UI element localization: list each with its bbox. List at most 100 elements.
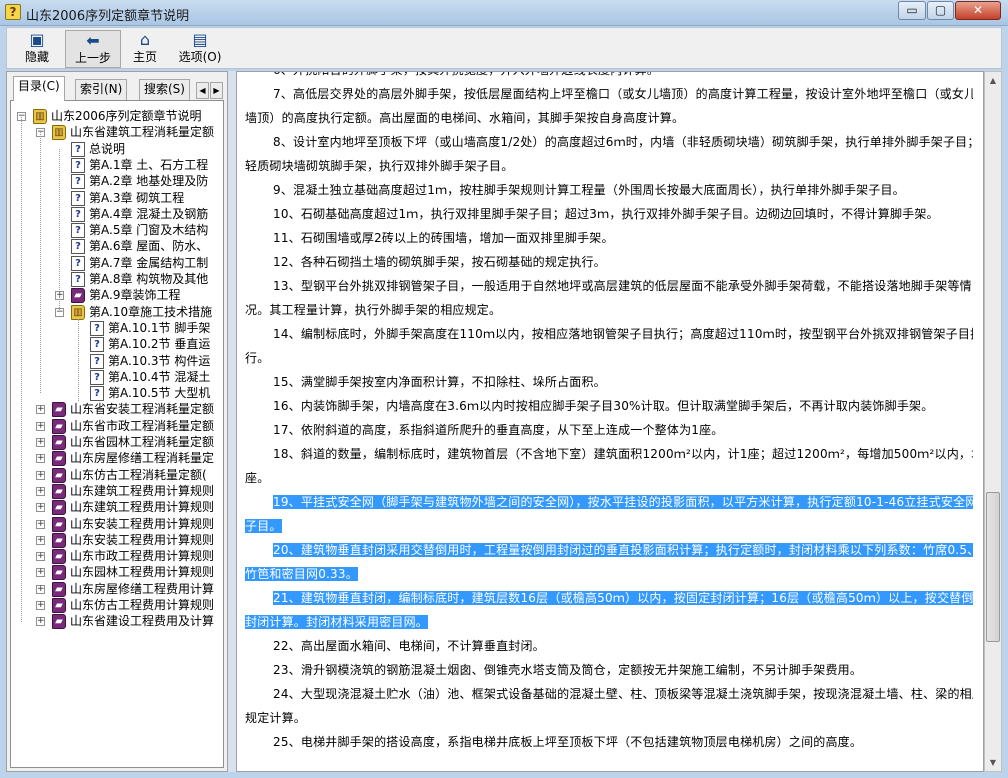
- tree-item-label: 山东仿古工程消耗量定额(: [70, 467, 207, 482]
- content-pane[interactable]: 6、外挑阳台的外脚手架，按其外挑宽度，并入外墙外边线长度内计算。 7、高低层交界处…: [236, 71, 984, 772]
- selected-text-line: 竹笆和密目网0.33。: [245, 567, 358, 581]
- paragraph-line: 23、滑升钢模浇筑的钢筋混凝土烟囱、倒锥壳水塔支筒及筒仓，定额按无井架施工编制，…: [273, 663, 863, 677]
- closed-book-icon: ▰: [52, 565, 66, 581]
- help-page-icon: ?: [90, 369, 104, 385]
- closed-book-icon: ▰: [52, 614, 66, 630]
- home-icon: ⌂: [139, 30, 151, 49]
- minimize-button[interactable]: ▭: [898, 1, 926, 20]
- selected-text-line: 封闭计算。封闭材料采用密目网。: [245, 615, 429, 629]
- help-app-icon: ?: [5, 4, 21, 20]
- closed-book-icon: ▰: [52, 549, 66, 565]
- tab-search[interactable]: 搜索(S): [139, 79, 190, 100]
- paragraph-line: 11、石砌围墙或厚2砖以上的砖围墙，增加一面双排里脚手架。: [273, 231, 614, 245]
- tab-index[interactable]: 索引(N): [75, 79, 128, 100]
- expand-icon[interactable]: +: [36, 568, 45, 578]
- title-bar[interactable]: ? 山东2006序列定额章节说明 ▭ ▢ ✕: [0, 0, 1008, 26]
- content-paragraph: 9、混凝土独立基础高度超过1ｍ，按柱脚手架规则计算工程量（外围周长按最大底面周长…: [245, 178, 973, 202]
- tree-connector-line: [78, 319, 79, 401]
- maximize-button[interactable]: ▢: [927, 1, 954, 20]
- expand-icon[interactable]: +: [36, 519, 45, 529]
- tab-contents[interactable]: 目录(C): [13, 76, 65, 101]
- tree-item-label: 山东园林工程费用计算规则: [70, 565, 215, 580]
- pane-splitter[interactable]: [228, 71, 236, 772]
- scrollbar-thumb[interactable]: [986, 492, 1000, 642]
- paragraph-line: 轻质砌块墙砌筑脚手架，执行双排外脚手架子目。: [245, 159, 514, 173]
- tree-item-label: 山东建筑工程费用计算规则: [70, 500, 215, 515]
- content-paragraph: 8、设计室内地坪至顶板下坪（或山墙高度1/2处）的高度超过6ｍ时，内墙（非轻质砌…: [245, 130, 973, 178]
- expand-icon[interactable]: +: [36, 486, 45, 496]
- tree-item-label: 山东省建设工程费用及计算: [70, 614, 215, 629]
- tree-item-label: 第A.1章 土、石方工程: [89, 157, 209, 172]
- tree-item-label: 山东建筑工程费用计算规则: [70, 483, 215, 498]
- content-paragraph: 7、高低层交界处的高层外脚手架，按低层屋面结构上坪至檐口（或女儿墙顶）的高度计算…: [245, 82, 973, 130]
- help-page-icon: ?: [71, 272, 85, 287]
- closed-book-icon: ▰: [52, 435, 66, 450]
- options-button[interactable]: ▤ 选项(O): [172, 30, 228, 68]
- options-button-label: 选项(O): [178, 50, 222, 64]
- expand-icon[interactable]: +: [36, 552, 45, 562]
- tree-item-label: 第A.10.3节 构件运: [108, 353, 211, 368]
- back-button[interactable]: ⬅ 上一步: [65, 30, 121, 68]
- closed-book-icon: ▰: [71, 288, 85, 304]
- help-page-icon: ?: [90, 353, 104, 369]
- open-book-icon: ▥: [71, 304, 85, 320]
- expand-icon[interactable]: +: [36, 601, 45, 610]
- tab-scroll-left-icon[interactable]: ◀: [196, 82, 209, 99]
- scroll-up-icon[interactable]: ▲: [985, 72, 1001, 89]
- expand-icon[interactable]: +: [36, 535, 45, 545]
- content-paragraph: 11、石砌围墙或厚2砖以上的砖围墙，增加一面双排里脚手架。: [245, 226, 973, 250]
- scroll-down-icon[interactable]: ▼: [985, 754, 1001, 771]
- tree-item-label: 山东省安装工程消耗量定额: [70, 402, 215, 417]
- paragraph-line: 规定计算。: [245, 711, 307, 725]
- expand-icon[interactable]: +: [36, 421, 45, 431]
- expand-icon[interactable]: +: [36, 503, 45, 513]
- content-paragraph: 6、外挑阳台的外脚手架，按其外挑宽度，并入外墙外边线长度内计算。: [245, 72, 973, 82]
- content-paragraph: 12、各种石砌挡土墙的砌筑脚手架，按石砌基础的规定执行。: [245, 250, 973, 274]
- tab-scroll-right-icon[interactable]: ▶: [210, 82, 223, 99]
- content-paragraph: 10、石砌基础高度超过1ｍ，执行双排里脚手架子目；超过3ｍ，执行双排外脚手架子目…: [245, 202, 973, 226]
- tree-item-label: 山东房屋修缮工程费用计算: [70, 581, 215, 596]
- closed-book-icon: ▰: [52, 500, 66, 516]
- closed-book-icon: ▰: [52, 402, 66, 418]
- help-page-icon: ?: [71, 157, 85, 173]
- tree-item-label: 第A.10.5节 大型机: [108, 386, 211, 401]
- help-page-icon: ?: [71, 239, 85, 255]
- paragraph-line: 14、编制标底时，外脚手架高度在110ｍ以内，按相应落地钢管架子目执行；高度超过…: [273, 327, 973, 341]
- expand-icon[interactable]: +: [36, 617, 45, 627]
- paragraph-line: 15、满堂脚手架按室内净面积计算，不扣除柱、垛所占面积。: [273, 375, 606, 389]
- paragraph-line: 7、高低层交界处的高层外脚手架，按低层屋面结构上坪至檐口（或女儿墙顶）的高度计算…: [273, 87, 973, 101]
- tree-item-label: 山东2006序列定额章节说明: [51, 109, 202, 123]
- content-paragraph: 14、编制标底时，外脚手架高度在110ｍ以内，按相应落地钢管架子目执行；高度超过…: [245, 322, 973, 370]
- tree-item-label: 山东省建筑工程消耗量定额: [70, 125, 215, 140]
- contents-tree[interactable]: − ▥ 山东2006序列定额章节说明 − ▥ 山东省建筑工程消耗量定额? 总说明? 第A.1章…: [10, 100, 224, 768]
- tree-item-label: 第A.10.1节 脚手架: [108, 320, 211, 335]
- expand-icon[interactable]: +: [36, 584, 45, 594]
- expand-icon[interactable]: +: [36, 405, 45, 415]
- content-paragraph: 25、电梯井脚手架的搭设高度，系指电梯井底板上坪至顶板下坪（不包括建筑物顶层电梯…: [245, 730, 973, 754]
- tree-connector-line: [40, 132, 41, 393]
- navigation-pane: 目录(C) 索引(N) 搜索(S) ◀ ▶ − ▥ 山东2006序列定额章节说明 − ▥…: [6, 71, 228, 772]
- help-page-icon: ?: [90, 320, 104, 336]
- selected-text-line: 19、平挂式安全网（脚手架与建筑物外墙之间的安全网），按水平挂设的投影面积，以平…: [273, 495, 973, 509]
- tree-item-label: 山东安装工程费用计算规则: [70, 516, 215, 531]
- tree-item-label: 山东省市政工程消耗量定额: [70, 418, 215, 433]
- help-page-icon: ?: [90, 337, 104, 353]
- expand-icon[interactable]: +: [36, 470, 45, 480]
- content-paragraph: 22、高出屋面水箱间、电梯间，不计算垂直封闭。: [245, 634, 973, 658]
- expand-icon[interactable]: +: [36, 454, 45, 464]
- hide-button[interactable]: ▣ 隐藏: [11, 30, 63, 68]
- content-paragraph: 23、滑升钢模浇筑的钢筋混凝土烟囱、倒锥壳水塔支筒及筒仓，定额按无井架施工编制，…: [245, 658, 973, 682]
- closed-book-icon: ▰: [52, 532, 66, 548]
- selected-text-line: 21、建筑物垂直封闭，编制标底时，建筑层数16层（或檐高50ｍ）以内，按固定封闭…: [273, 591, 973, 605]
- tree-item-label: 山东仿古工程费用计算规则: [70, 598, 215, 612]
- home-button[interactable]: ⌂ 主页: [119, 30, 171, 68]
- close-button[interactable]: ✕: [955, 1, 1001, 20]
- back-arrow-icon: ⬅: [86, 31, 100, 50]
- content-paragraph: 18、斜道的数量，编制标底时，建筑物首层（不含地下室）建筑面积1200ｍ²以内，…: [245, 442, 973, 490]
- help-page-icon: ?: [90, 386, 104, 402]
- vertical-scrollbar[interactable]: ▲ ▼: [984, 71, 1002, 772]
- expand-icon[interactable]: +: [36, 438, 45, 447]
- window-title: 山东2006序列定额章节说明: [26, 9, 190, 24]
- paragraph-line: 16、内装饰脚手架，内墙高度在3.6ｍ以内时按相应脚手架子目30%计取。但计取满…: [273, 399, 934, 413]
- content-paragraph: 15、满堂脚手架按室内净面积计算，不扣除柱、垛所占面积。: [245, 370, 973, 394]
